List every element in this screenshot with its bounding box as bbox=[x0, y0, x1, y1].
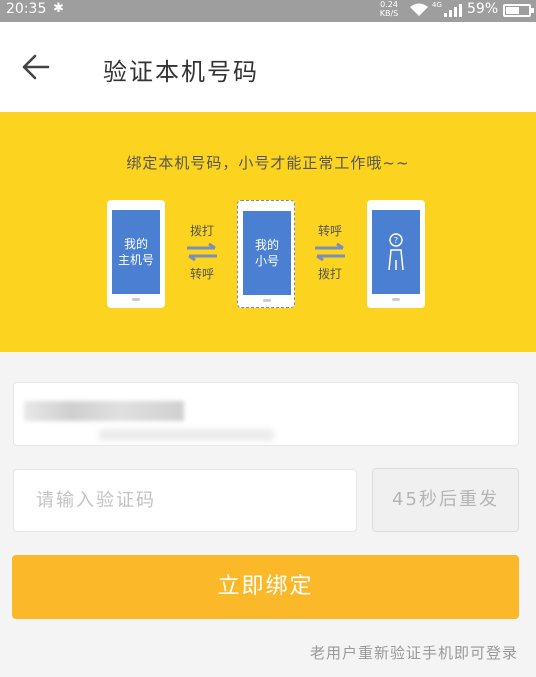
phone-contact-illustration: ? bbox=[367, 200, 425, 308]
transfer-arrows-1: 拨打 转呼 bbox=[182, 222, 222, 282]
phone-main-illustration: 我的 主机号 bbox=[107, 200, 165, 308]
home-button-icon bbox=[132, 298, 140, 301]
bind-now-button[interactable]: 立即绑定 bbox=[12, 555, 519, 619]
arrow1-bottom-label: 转呼 bbox=[189, 267, 214, 281]
phone-main-line1: 我的 bbox=[123, 237, 148, 251]
arrow2-bottom-label: 拨打 bbox=[317, 267, 342, 281]
net-speed-value: 0.24 bbox=[380, 0, 398, 9]
phone-main-screen: 我的 主机号 bbox=[112, 210, 160, 294]
net-speed: 0.24 KB/S bbox=[374, 0, 404, 18]
bluetooth-icon: ✱ bbox=[53, 1, 64, 16]
page-title: 验证本机号码 bbox=[103, 58, 259, 86]
phone-number-field[interactable] bbox=[13, 382, 519, 446]
info-banner: 绑定本机号码，小号才能正常工作哦~~ 我的 主机号 拨打 转呼 我的 小号 转呼 bbox=[0, 112, 536, 352]
transfer-arrows-2: 转呼 拨打 bbox=[310, 222, 350, 282]
home-button-icon bbox=[392, 298, 400, 301]
net-speed-unit: KB/S bbox=[379, 9, 399, 18]
returning-user-hint[interactable]: 老用户重新验证手机即可登录 bbox=[310, 642, 518, 663]
phone-main-line2: 主机号 bbox=[117, 253, 154, 267]
arrow-left-icon[interactable] bbox=[18, 52, 52, 82]
arrow1-top-label: 拨打 bbox=[189, 224, 214, 238]
battery-percent: 59% bbox=[467, 1, 499, 17]
redacted-phone-number bbox=[24, 401, 184, 421]
redacted-phone-number-shadow bbox=[99, 429, 274, 441]
resend-code-button[interactable]: 45秒后重发 bbox=[372, 468, 519, 532]
swap-arrows-icon bbox=[187, 243, 217, 261]
phone-small-screen: 我的 小号 bbox=[243, 211, 291, 295]
battery-icon bbox=[503, 4, 534, 17]
home-button-icon bbox=[263, 299, 271, 302]
signal-icon bbox=[443, 3, 463, 21]
person-question-icon: ? bbox=[388, 233, 404, 271]
phone-small-illustration: 我的 小号 bbox=[237, 200, 295, 308]
phone-small-line1: 我的 bbox=[254, 238, 279, 252]
wifi-icon bbox=[409, 3, 429, 21]
status-bar: 20:35 ✱ 0.24 KB/S 4G 59% bbox=[0, 0, 536, 22]
phone-contact-screen: ? bbox=[372, 210, 420, 294]
verification-code-input[interactable] bbox=[13, 469, 357, 532]
swap-arrows-icon bbox=[315, 243, 345, 261]
app-bar: 验证本机号码 bbox=[0, 22, 536, 112]
banner-tagline: 绑定本机号码，小号才能正常工作哦~~ bbox=[126, 154, 410, 172]
status-time: 20:35 bbox=[6, 1, 47, 17]
network-type: 4G bbox=[432, 1, 442, 9]
svg-text:?: ? bbox=[394, 236, 398, 245]
phone-small-line2: 小号 bbox=[254, 254, 279, 268]
battery-fill bbox=[506, 7, 519, 14]
arrow2-top-label: 转呼 bbox=[317, 224, 342, 238]
